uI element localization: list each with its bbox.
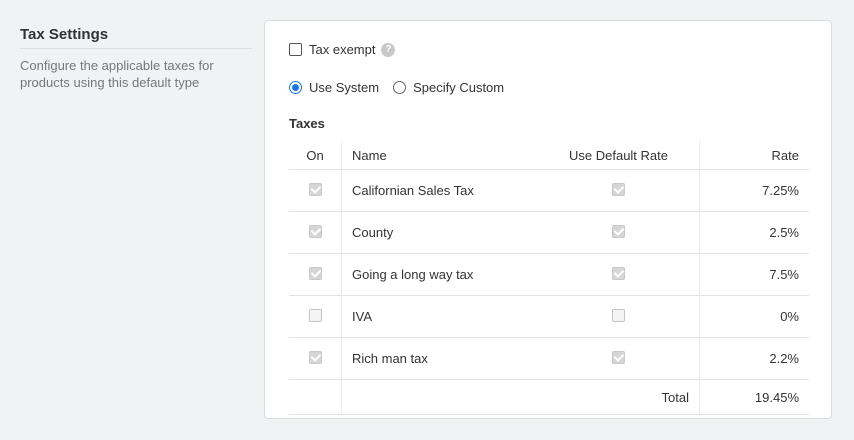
table-row: Going a long way tax 7.5%	[289, 253, 809, 296]
use-default-rate-checkbox	[612, 182, 625, 196]
use-default-rate-checkbox	[612, 308, 625, 322]
use-system-radio[interactable]	[289, 81, 302, 94]
tax-name: County	[341, 211, 538, 254]
tax-name: Rich man tax	[341, 337, 538, 380]
column-header-use-default: Use Default Rate	[569, 147, 668, 163]
taxes-table: On Name Use Default Rate Rate California…	[289, 141, 809, 415]
table-row: Rich man tax 2.2%	[289, 337, 809, 380]
table-row: Californian Sales Tax 7.25%	[289, 169, 809, 212]
use-default-rate-checkbox	[612, 224, 625, 238]
use-default-rate-checkbox	[612, 350, 625, 364]
table-row: County 2.5%	[289, 211, 809, 254]
tax-rate: 7.25%	[699, 169, 809, 212]
tax-rate: 2.2%	[699, 337, 809, 380]
tax-on-checkbox	[308, 308, 322, 322]
tax-mode-radio-group: Use System Specify Custom	[289, 80, 518, 95]
tax-settings-card: Tax exempt ? Use System Specify Custom T…	[264, 20, 832, 419]
tax-name: Going a long way tax	[341, 253, 538, 296]
column-header-rate: Rate	[699, 141, 809, 170]
tax-on-checkbox	[308, 266, 322, 280]
use-default-rate-checkbox	[612, 266, 625, 280]
tax-name: Californian Sales Tax	[341, 169, 538, 212]
total-row: Total 19.45%	[289, 379, 809, 415]
tax-on-checkbox	[308, 350, 322, 364]
table-row: IVA 0%	[289, 295, 809, 338]
section-title: Tax Settings	[20, 26, 252, 49]
section-info: Tax Settings Configure the applicable ta…	[20, 26, 252, 91]
tax-on-checkbox	[308, 224, 322, 238]
tax-exempt-checkbox[interactable]	[289, 43, 302, 56]
specify-custom-radio[interactable]	[393, 81, 407, 94]
total-label: Total	[538, 379, 700, 415]
tax-rate: 0%	[699, 295, 809, 338]
tax-exempt-label: Tax exempt	[309, 42, 376, 57]
tax-on-checkbox	[308, 182, 322, 196]
total-rate: 19.45%	[699, 379, 809, 415]
taxes-heading: Taxes	[289, 116, 325, 131]
column-header-name: Name	[352, 147, 387, 163]
section-description: Configure the applicable taxes for produ…	[20, 58, 214, 90]
table-header-row: On Name Use Default Rate Rate	[289, 141, 809, 170]
tax-exempt-row[interactable]: Tax exempt ?	[289, 42, 396, 57]
help-circle-icon[interactable]: ?	[381, 42, 396, 57]
tax-name: IVA	[341, 295, 538, 338]
specify-custom-label[interactable]: Specify Custom	[413, 80, 504, 95]
tax-rate: 2.5%	[699, 211, 809, 254]
tax-rate: 7.5%	[699, 253, 809, 296]
column-header-on: On	[289, 141, 342, 170]
use-system-label[interactable]: Use System	[309, 80, 379, 95]
